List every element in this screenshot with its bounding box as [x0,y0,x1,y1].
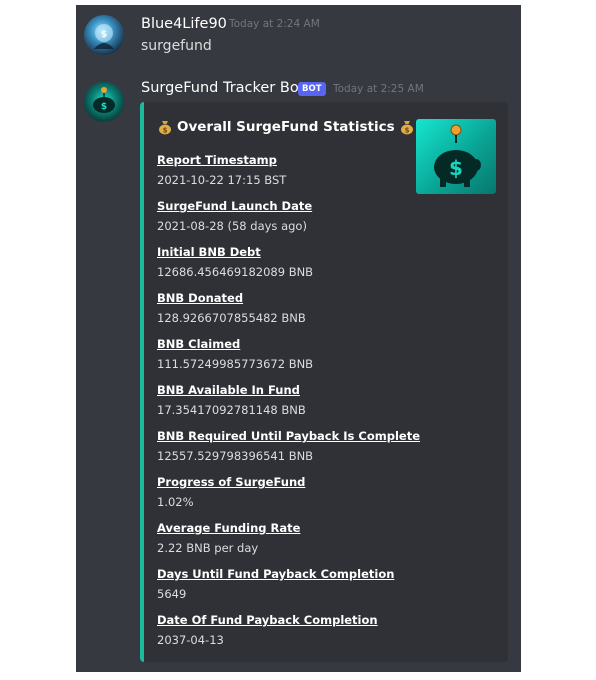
field-name: Date Of Fund Payback Completion [157,613,378,627]
field-name: Report Timestamp [157,153,277,167]
field-value: 2037-04-13 [157,633,224,647]
embed-field: SurgeFund Launch Date 2021-08-28 (58 day… [157,198,477,244]
field-value: 2.22 BNB per day [157,541,259,555]
field-value: 12686.456469182089 BNB [157,265,314,279]
field-name: BNB Available In Fund [157,383,300,397]
field-value: 2021-10-22 17:15 BST [157,173,287,187]
field-name: BNB Required Until Payback Is Complete [157,429,420,443]
user-avatar-icon[interactable]: $ [84,15,124,55]
embed-fields: Report Timestamp 2021-10-22 17:15 BST Su… [157,152,477,658]
message-text: surgefund [141,38,212,54]
embed-field: BNB Required Until Payback Is Complete 1… [157,428,477,474]
message-timestamp: Today at 2:24 AM [229,18,320,30]
field-name: BNB Donated [157,291,244,305]
field-value: 12557.529798396541 BNB [157,449,314,463]
field-value: 2021-08-28 (58 days ago) [157,219,307,233]
embed-title-text: Overall SurgeFund Statistics [177,119,395,135]
svg-text:$: $ [404,127,409,135]
embed-field: BNB Available In Fund 17.35417092781148 … [157,382,477,428]
embed-field: Report Timestamp 2021-10-22 17:15 BST [157,152,477,198]
embed-field: Average Funding Rate 2.22 BNB per day [157,520,477,566]
username[interactable]: SurgeFund Tracker Bot [141,80,304,96]
message-timestamp: Today at 2:25 AM [333,83,424,95]
embed-field: BNB Claimed 111.57249985773672 BNB [157,336,477,382]
username[interactable]: Blue4Life90 [141,16,227,32]
stats-embed: $ Overall SurgeFund Statistics $ $ Repor… [140,102,508,662]
chat-panel: $ Blue4Life90 Today at 2:24 AM surgefund… [76,5,521,672]
svg-text:$: $ [101,30,107,40]
field-name: BNB Claimed [157,337,241,351]
bot-badge: BOT [298,82,326,96]
field-name: Progress of SurgeFund [157,475,306,489]
piggy-bank-avatar-icon[interactable]: $ [84,82,124,122]
field-value: 17.35417092781148 BNB [157,403,306,417]
embed-field: Initial BNB Debt 12686.456469182089 BNB [157,244,477,290]
field-value: 128.9266707855482 BNB [157,311,306,325]
embed-field: BNB Donated 128.9266707855482 BNB [157,290,477,336]
svg-text:$: $ [101,102,107,112]
field-name: SurgeFund Launch Date [157,199,313,213]
field-value: 1.02% [157,495,194,509]
field-value: 111.57249985773672 BNB [157,357,314,371]
embed-field: Date Of Fund Payback Completion 2037-04-… [157,612,477,658]
money-bag-icon: $ [159,121,171,135]
embed-title: $ Overall SurgeFund Statistics $ [157,119,415,135]
field-name: Average Funding Rate [157,521,301,535]
embed-field: Progress of SurgeFund 1.02% [157,474,477,520]
field-value: 5649 [157,587,187,601]
field-name: Days Until Fund Payback Completion [157,567,395,581]
money-bag-icon: $ [400,121,413,135]
embed-field: Days Until Fund Payback Completion 5649 [157,566,477,612]
svg-text:$: $ [163,127,168,135]
field-name: Initial BNB Debt [157,245,261,259]
